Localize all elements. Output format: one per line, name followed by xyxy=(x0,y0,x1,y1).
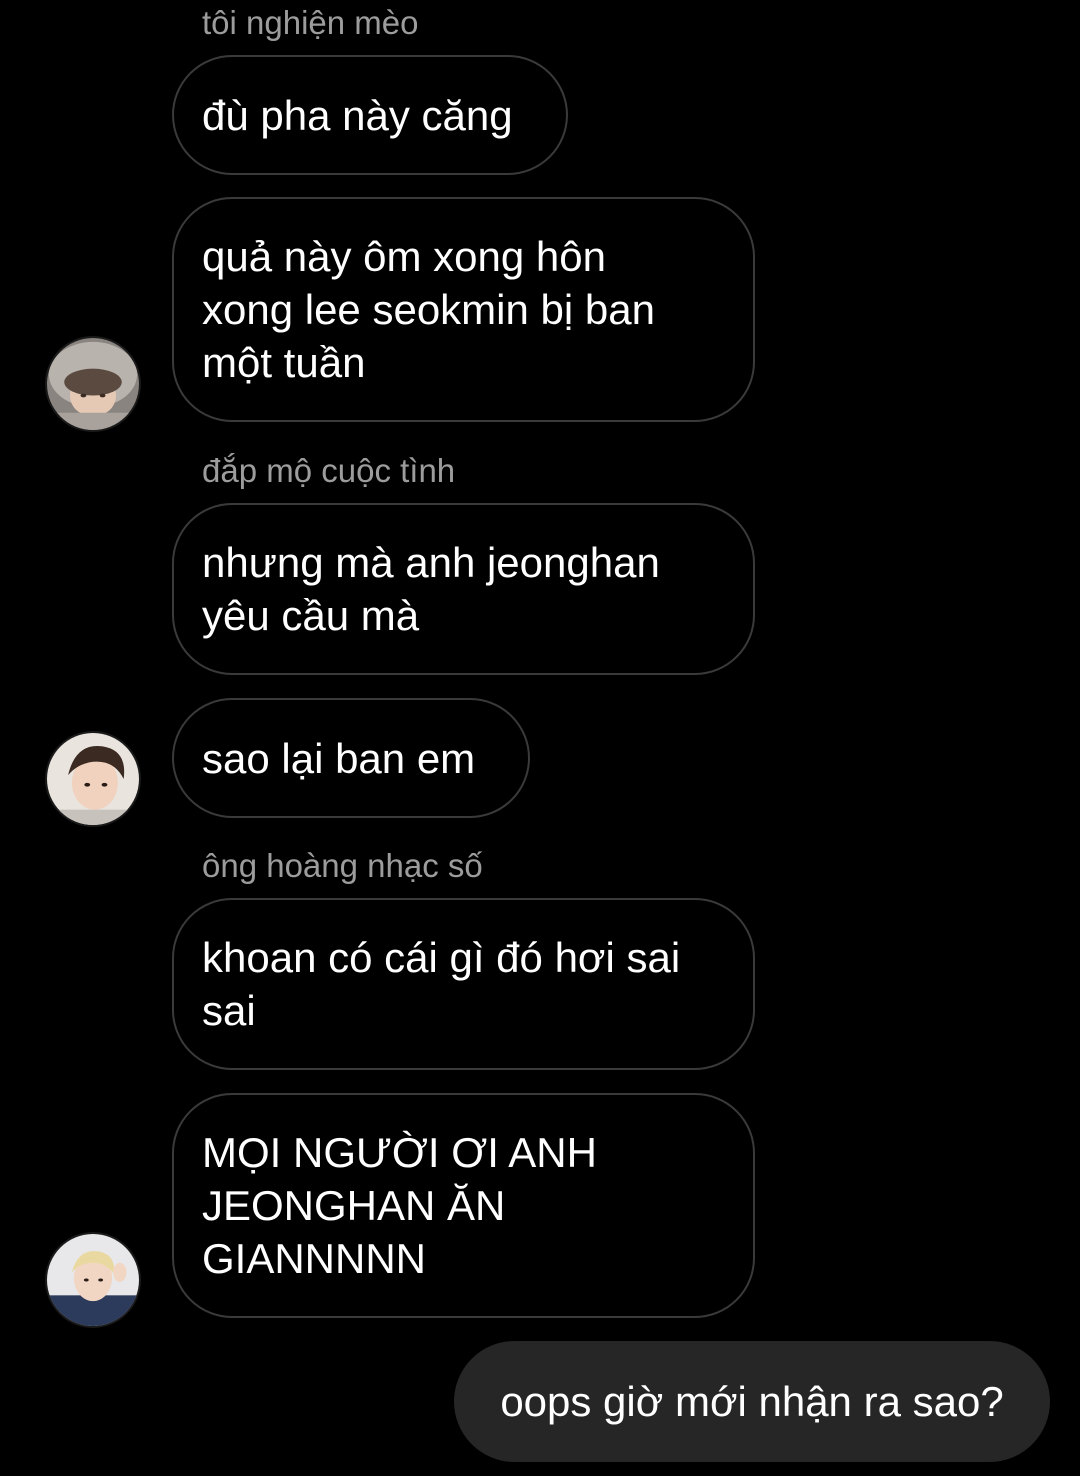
avatar[interactable] xyxy=(45,1232,141,1328)
avatar-photo-icon xyxy=(47,338,139,430)
avatar[interactable] xyxy=(45,336,141,432)
sender-name: ông hoàng nhạc số xyxy=(202,847,483,884)
message-text: đù pha này căng xyxy=(202,91,513,139)
outgoing-message-bubble[interactable]: oops giờ mới nhận ra sao? xyxy=(454,1341,1050,1462)
message-bubble[interactable]: nhưng mà anh jeonghan yêu cầu mà xyxy=(172,503,755,675)
avatar-photo-icon xyxy=(47,1234,139,1326)
message-bubble[interactable]: quả này ôm xong hôn xong lee seokmin bị … xyxy=(172,197,755,422)
chat-thread[interactable]: tôi nghiện mèo đù pha này căng quả này ô… xyxy=(0,0,1080,1476)
message-text: khoan có cái gì đó hơi sai xyxy=(202,934,681,981)
message-text: JEONGHAN ĂN xyxy=(202,1182,506,1229)
message-text: sai xyxy=(202,987,256,1034)
message-bubble[interactable]: MỌI NGƯỜI ƠI ANH JEONGHAN ĂN GIANNNNN xyxy=(172,1093,755,1318)
message-text: GIANNNNN xyxy=(202,1235,427,1282)
message-text: yêu cầu mà xyxy=(202,592,420,639)
message-text: MỌI NGƯỜI ƠI ANH xyxy=(202,1129,597,1176)
sender-name: đắp mộ cuộc tình xyxy=(202,452,456,489)
message-text: quả này ôm xong hôn xyxy=(202,233,606,280)
message-text: một tuần xyxy=(202,339,366,386)
message-text: nhưng mà anh jeonghan xyxy=(202,539,660,586)
message-bubble[interactable]: khoan có cái gì đó hơi sai sai xyxy=(172,898,755,1070)
message-text: xong lee seokmin bị ban xyxy=(202,286,655,333)
message-text: sao lại ban em xyxy=(202,734,476,782)
message-text: oops giờ mới nhận ra sao? xyxy=(500,1378,1004,1425)
sender-name: tôi nghiện mèo xyxy=(202,4,419,41)
avatar-photo-icon xyxy=(47,733,139,825)
message-bubble[interactable]: đù pha này căng xyxy=(172,55,568,175)
message-bubble[interactable]: sao lại ban em xyxy=(172,698,530,818)
avatar[interactable] xyxy=(45,731,141,827)
